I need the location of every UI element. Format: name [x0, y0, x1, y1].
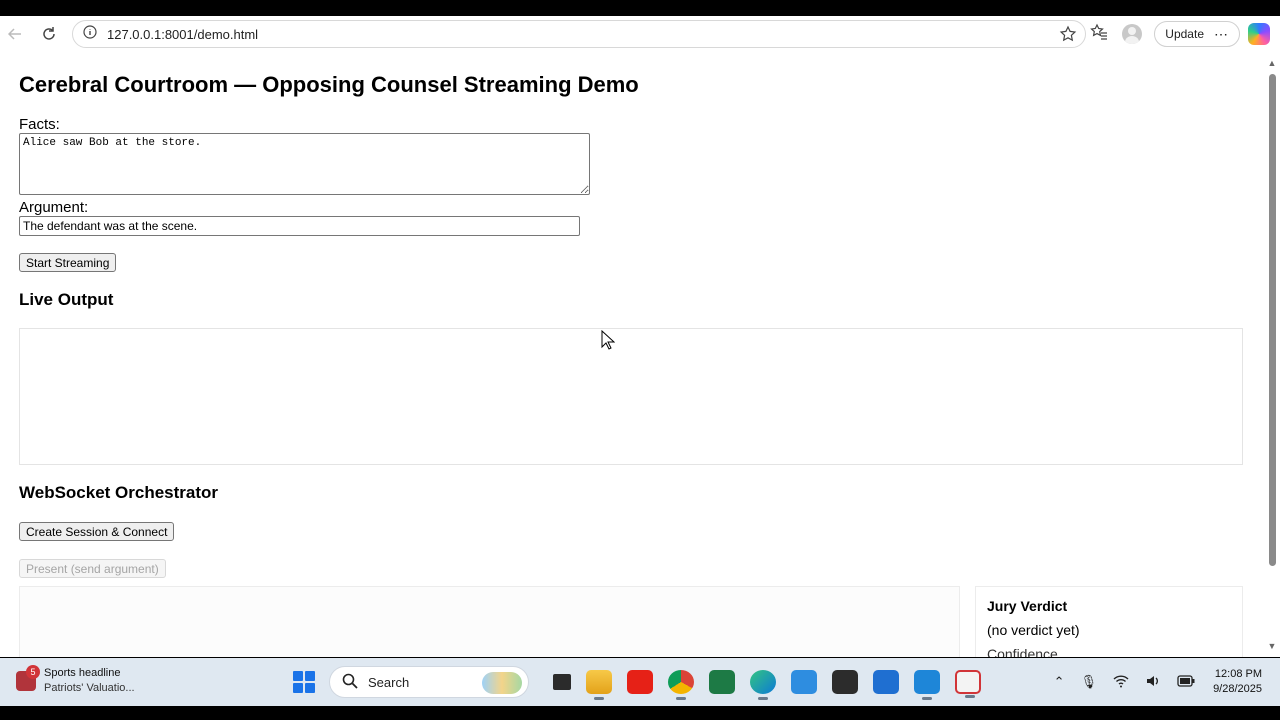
- news-subtitle: Patriots' Valuatio...: [44, 682, 135, 694]
- address-bar[interactable]: 127.0.0.1:8001/demo.html: [72, 20, 1086, 48]
- edge-icon[interactable]: [750, 670, 776, 700]
- notepad-icon[interactable]: [791, 670, 817, 694]
- microphone-icon[interactable]: 🎙: [1081, 674, 1098, 690]
- update-label: Update: [1165, 27, 1204, 41]
- windows-taskbar: 5 Sports headline Patriots' Valuatio... …: [0, 658, 1280, 706]
- page-viewport: Cerebral Courtroom — Opposing Counsel St…: [0, 52, 1280, 657]
- news-badge: 5: [26, 665, 40, 679]
- argument-input[interactable]: [19, 216, 580, 236]
- mouse-cursor-icon: [601, 329, 616, 355]
- present-button[interactable]: Present (send argument): [19, 559, 166, 578]
- scroll-down-icon[interactable]: ▼: [1267, 641, 1277, 651]
- argument-label: Argument:: [19, 199, 89, 216]
- windows-start-icon[interactable]: [293, 671, 315, 693]
- battery-icon[interactable]: [1177, 674, 1195, 690]
- store-icon[interactable]: [873, 670, 899, 694]
- excel-icon[interactable]: [709, 670, 735, 694]
- verdict-text: (no verdict yet): [987, 622, 1080, 638]
- clock-date: 9/28/2025: [1213, 683, 1262, 695]
- profile-avatar-icon[interactable]: [1122, 24, 1143, 44]
- reload-icon[interactable]: [34, 19, 64, 49]
- page-title: Cerebral Courtroom — Opposing Counsel St…: [19, 72, 639, 97]
- websocket-heading: WebSocket Orchestrator: [19, 483, 219, 502]
- facts-label: Facts:: [19, 116, 60, 133]
- task-view-icon[interactable]: [553, 674, 571, 690]
- system-tray: ⌃ 🎙 12:08 PM 9/28/2025: [1046, 658, 1280, 706]
- live-output-panel: [19, 328, 1243, 465]
- search-highlight-icon: [482, 672, 522, 694]
- site-info-icon[interactable]: [83, 24, 97, 44]
- chevron-up-icon[interactable]: ⌃: [1054, 674, 1065, 690]
- chrome-icon[interactable]: [668, 670, 694, 700]
- copilot-icon[interactable]: [1248, 23, 1270, 45]
- verdict-title: Jury Verdict: [987, 598, 1068, 614]
- create-session-connect-button[interactable]: Create Session & Connect: [19, 522, 175, 541]
- search-icon: [342, 673, 358, 692]
- scroll-up-icon[interactable]: ▲: [1267, 58, 1277, 68]
- jury-verdict-panel: Jury Verdict (no verdict yet) Confidence: [975, 586, 1243, 657]
- search-placeholder: Search: [368, 674, 410, 690]
- more-options-icon: ⋯: [1214, 25, 1229, 42]
- news-icon: 5: [16, 665, 40, 691]
- vscode-icon[interactable]: [914, 670, 940, 700]
- browser-toolbar: 127.0.0.1:8001/demo.html Update ⋯: [0, 16, 1280, 52]
- back-icon[interactable]: [0, 19, 30, 49]
- live-output-heading: Live Output: [19, 290, 114, 309]
- start-streaming-button[interactable]: Start Streaming: [19, 253, 117, 272]
- volume-icon[interactable]: [1145, 674, 1161, 691]
- websocket-log-panel: [19, 586, 960, 657]
- favorites-icon[interactable]: [1090, 23, 1108, 46]
- confidence-label: Confidence: [987, 646, 1058, 657]
- favorite-star-icon[interactable]: [1059, 25, 1077, 48]
- news-title: Sports headline: [44, 667, 121, 679]
- terminal-icon[interactable]: [832, 670, 858, 694]
- snipping-tool-icon[interactable]: [955, 670, 981, 698]
- taskbar-clock[interactable]: 12:08 PM 9/28/2025: [1213, 667, 1262, 697]
- news-widget[interactable]: 5 Sports headline Patriots' Valuatio...: [16, 665, 135, 696]
- update-button[interactable]: Update ⋯: [1154, 21, 1240, 47]
- scrollbar-thumb[interactable]: [1269, 74, 1276, 566]
- file-explorer-icon[interactable]: [586, 670, 612, 700]
- taskbar-search[interactable]: Search: [329, 666, 529, 698]
- facts-textarea[interactable]: Alice saw Bob at the store.: [19, 133, 590, 195]
- url-text[interactable]: 127.0.0.1:8001/demo.html: [107, 27, 258, 42]
- page-scrollbar[interactable]: ▲ ▼: [1264, 52, 1280, 657]
- wifi-icon[interactable]: [1113, 674, 1129, 691]
- clock-time: 12:08 PM: [1214, 668, 1262, 680]
- youtube-icon[interactable]: [627, 670, 653, 694]
